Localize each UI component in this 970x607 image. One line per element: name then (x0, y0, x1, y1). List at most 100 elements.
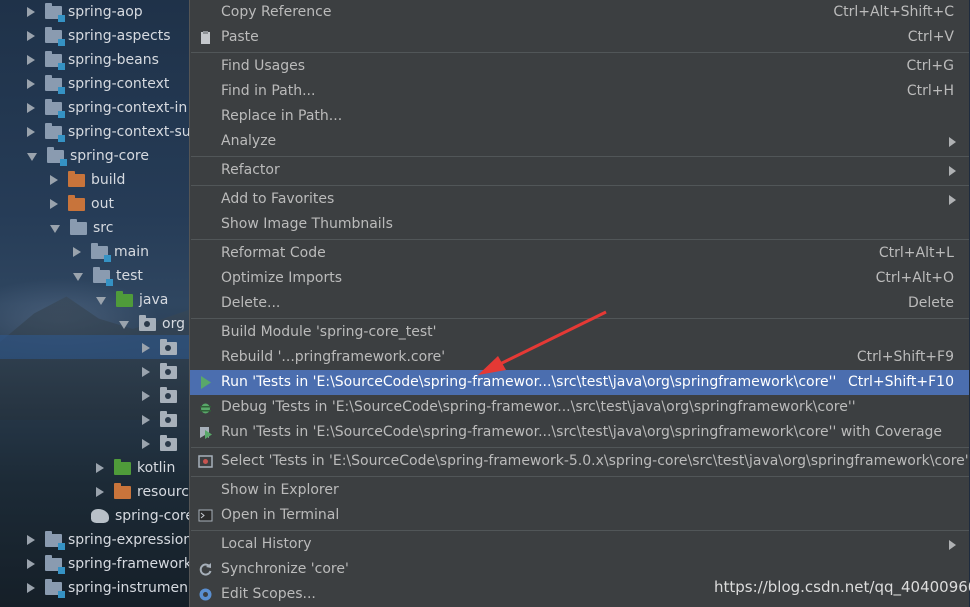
chevron-right-icon[interactable] (142, 367, 150, 377)
menu-separator (191, 52, 969, 53)
menu-item[interactable]: Delete... Delete (190, 291, 969, 316)
chevron-right-icon[interactable] (27, 559, 35, 569)
tree-node[interactable] (142, 432, 183, 456)
tree-node[interactable]: org (119, 312, 185, 336)
menu-item[interactable]: Select 'Tests in 'E:\SourceCode\spring-f… (190, 449, 970, 474)
menu-item[interactable]: Add to Favorites (190, 187, 969, 212)
chevron-down-icon[interactable] (73, 273, 83, 281)
menu-separator (191, 185, 969, 186)
chevron-right-icon[interactable] (142, 439, 150, 449)
menu-item[interactable]: Show in Explorer (190, 478, 969, 503)
menu-item-shortcut: Ctrl+G (906, 58, 955, 74)
tree-node[interactable] (142, 384, 183, 408)
menu-item[interactable]: Optimize Imports Ctrl+Alt+O (190, 266, 969, 291)
menu-item[interactable]: Replace in Path... (190, 104, 969, 129)
chevron-right-icon[interactable] (142, 343, 150, 353)
tree-node[interactable]: src (50, 216, 113, 240)
folder-icon (45, 98, 65, 118)
tree-node[interactable] (142, 336, 183, 360)
tree-node[interactable]: spring-expression (27, 528, 190, 552)
chevron-right-icon[interactable] (96, 487, 104, 497)
tree-node[interactable]: spring-framework (27, 552, 190, 576)
tree-node[interactable]: spring-context-su (27, 120, 190, 144)
chevron-right-icon[interactable] (27, 79, 35, 89)
menu-item-shortcut: Ctrl+Alt+O (875, 270, 954, 286)
tree-node-label: spring-core (70, 148, 149, 164)
chevron-right-icon[interactable] (50, 199, 58, 209)
tree-node[interactable]: spring-context (27, 72, 169, 96)
chevron-right-icon[interactable] (142, 391, 150, 401)
menu-item[interactable]: Show Image Thumbnails (190, 212, 969, 237)
menu-item-label: Find in Path... (221, 83, 316, 99)
tree-node[interactable]: spring-aspects (27, 24, 171, 48)
menu-item-label: Debug 'Tests in 'E:\SourceCode\spring-fr… (221, 399, 856, 415)
chevron-right-icon[interactable] (73, 247, 81, 257)
tree-node[interactable]: spring-core (27, 144, 149, 168)
tree-node[interactable]: spring-context-in (27, 96, 187, 120)
menu-item-label: Refactor (221, 162, 280, 178)
chevron-down-icon[interactable] (27, 153, 37, 161)
menu-item[interactable]: Copy Reference Ctrl+Alt+Shift+C (190, 0, 969, 25)
package-icon (160, 386, 177, 403)
chevron-right-icon[interactable] (96, 463, 104, 473)
tree-node[interactable]: spring-core.gr (73, 504, 190, 528)
tree-node[interactable]: resourc (96, 480, 189, 504)
chevron-right-icon[interactable] (27, 7, 35, 17)
chevron-down-icon[interactable] (50, 225, 60, 233)
chevron-down-icon[interactable] (119, 321, 129, 329)
tree-node-label: src (93, 220, 114, 236)
menu-item-label: Show in Explorer (221, 482, 339, 498)
menu-item[interactable]: Run 'Tests in 'E:\SourceCode\spring-fram… (190, 420, 969, 445)
tree-node-label: resourc (137, 484, 189, 500)
menu-item[interactable]: Run 'Tests in 'E:\SourceCode\spring-fram… (190, 370, 969, 395)
chevron-right-icon[interactable] (27, 55, 35, 65)
tree-node-label: spring-aop (68, 4, 143, 20)
folder-icon (68, 194, 85, 211)
tree-node[interactable]: java (96, 288, 168, 312)
tree-node[interactable]: build (50, 168, 125, 192)
menu-item-label: Open in Terminal (221, 507, 340, 523)
tree-node[interactable]: kotlin (96, 456, 175, 480)
tree-node-label: spring-aspects (68, 28, 171, 44)
menu-item[interactable]: Debug 'Tests in 'E:\SourceCode\spring-fr… (190, 395, 969, 420)
package-icon (160, 362, 177, 379)
menu-item-shortcut: Ctrl+V (907, 29, 954, 45)
chevron-right-icon[interactable] (27, 103, 35, 113)
menu-item[interactable]: Refactor (190, 158, 969, 183)
menu-item[interactable]: Rebuild '...pringframework.core' Ctrl+Shi… (190, 345, 969, 370)
folder-icon (114, 482, 131, 499)
menu-item[interactable]: Reformat Code Ctrl+Alt+L (190, 241, 969, 266)
tree-node[interactable]: spring-beans (27, 48, 159, 72)
tree-node[interactable]: spring-instrumen (27, 576, 188, 600)
menu-item-label: Show Image Thumbnails (221, 216, 393, 232)
menu-item[interactable]: Find in Path... Ctrl+H (190, 79, 969, 104)
menu-item-label: Reformat Code (221, 245, 326, 261)
tree-node[interactable]: spring-aop (27, 0, 143, 24)
folder-icon (93, 266, 113, 286)
menu-item-shortcut: Ctrl+Shift+F9 (856, 349, 954, 365)
watermark: https://blog.csdn.net/qq_40400960 (714, 578, 970, 596)
chevron-right-icon[interactable] (27, 535, 35, 545)
chevron-right-icon[interactable] (50, 175, 58, 185)
menu-item-shortcut: Ctrl+Alt+L (878, 245, 954, 261)
tree-node[interactable]: test (73, 264, 143, 288)
menu-item[interactable]: Find Usages Ctrl+G (190, 54, 969, 79)
chevron-right-icon[interactable] (27, 31, 35, 41)
tree-node[interactable]: main (73, 240, 149, 264)
folder-icon (45, 122, 65, 142)
menu-separator (191, 318, 969, 319)
menu-item[interactable]: Analyze (190, 129, 969, 154)
menu-item[interactable]: Build Module 'spring-core_test' (190, 320, 969, 345)
chevron-right-icon[interactable] (27, 127, 35, 137)
menu-item[interactable]: Local History (190, 532, 969, 557)
tree-node[interactable]: out (50, 192, 114, 216)
chevron-right-icon[interactable] (27, 583, 35, 593)
tree-node-label: build (91, 172, 126, 188)
menu-item[interactable]: Open in Terminal (190, 503, 969, 528)
chevron-right-icon[interactable] (142, 415, 150, 425)
package-icon (139, 314, 156, 331)
menu-item[interactable]: Paste Ctrl+V (190, 25, 969, 50)
tree-node[interactable] (142, 408, 183, 432)
tree-node[interactable] (142, 360, 183, 384)
chevron-down-icon[interactable] (96, 297, 106, 305)
